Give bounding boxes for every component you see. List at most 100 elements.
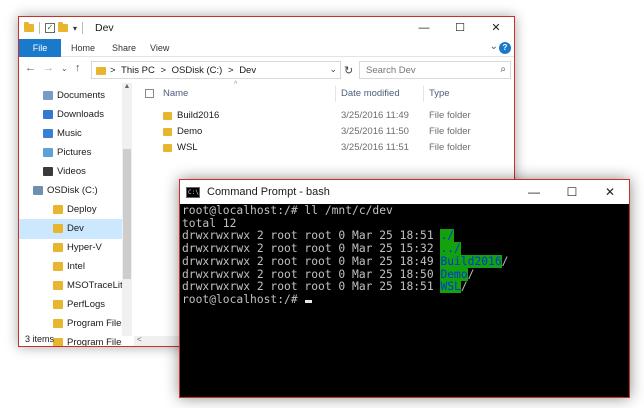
up-icon[interactable]: ↑	[75, 62, 81, 74]
tab-share[interactable]: Share	[112, 39, 136, 57]
search-placeholder: Search Dev	[366, 65, 416, 76]
directory-entry: Demo	[440, 267, 468, 281]
scroll-up-icon[interactable]: ▲	[122, 83, 132, 90]
sidebar-item-label: Documents	[57, 90, 106, 101]
folder-icon	[163, 112, 172, 120]
terminal-text: drwxrwxrwx 2 root root 0 Mar 25 18:50	[182, 267, 441, 281]
sidebar-item[interactable]: Program Files	[19, 314, 122, 334]
file-name: Build2016	[177, 110, 220, 121]
folder-icon	[163, 144, 172, 152]
window-title: Dev	[95, 22, 114, 34]
folder-icon	[163, 128, 172, 136]
terminal-text: drwxrwxrwx 2 root root 0 Mar 25 15:32	[182, 242, 441, 256]
sidebar-item[interactable]: Documents	[19, 86, 122, 106]
terminal-text: /	[501, 254, 509, 268]
properties-icon[interactable]: ✓	[45, 23, 55, 33]
console-icon: C:\	[186, 187, 200, 198]
tab-home[interactable]: Home	[71, 39, 95, 57]
divider	[39, 22, 40, 34]
folder-icon	[53, 243, 63, 252]
column-date-modified[interactable]: Date modified	[341, 88, 400, 99]
sidebar-item-label: Downloads	[57, 109, 104, 120]
minimize-button[interactable]: —	[515, 180, 553, 204]
sidebar-item-label: Intel	[67, 261, 85, 272]
sidebar-item-label: Dev	[67, 223, 84, 234]
sidebar-item[interactable]: PerfLogs	[19, 295, 122, 315]
tab-view[interactable]: View	[150, 39, 169, 57]
folder-icon	[53, 338, 63, 346]
search-icon[interactable]: ⌕	[500, 64, 506, 75]
explorer-titlebar[interactable]: ✓ ▾ Dev — ☐ ✕	[19, 17, 514, 39]
customize-toolbar-icon[interactable]: ▾	[73, 24, 77, 33]
sidebar-item[interactable]: OSDisk (C:)	[19, 181, 122, 201]
sidebar-item-label: MSOTraceLite	[67, 280, 122, 291]
command-prompt-window[interactable]: C:\ Command Prompt - bash — ☐ ✕ root@loc…	[179, 179, 630, 398]
new-folder-icon[interactable]	[58, 22, 68, 32]
forward-icon[interactable]: →	[43, 62, 54, 74]
sidebar-item[interactable]: Intel	[19, 257, 122, 277]
breadcrumb-this-pc[interactable]: This PC	[121, 65, 155, 76]
sidebar-item[interactable]: Deploy	[19, 200, 122, 220]
sidebar-item[interactable]: Pictures	[19, 143, 122, 163]
close-button[interactable]: ✕	[478, 17, 514, 39]
text-cursor	[305, 299, 313, 303]
folder-icon	[53, 319, 63, 328]
select-all-checkbox[interactable]	[145, 89, 154, 98]
sidebar-item[interactable]: Downloads	[19, 105, 122, 125]
file-type: File folder	[429, 110, 471, 121]
file-row[interactable]: Demo 3/25/2016 11:50 File folder	[139, 124, 511, 140]
divider	[423, 86, 424, 102]
maximize-button[interactable]: ☐	[553, 180, 591, 204]
pictures-icon	[43, 148, 53, 157]
file-date: 3/25/2016 11:50	[341, 126, 409, 137]
file-type: File folder	[429, 126, 471, 137]
directory-entry: WSL	[440, 280, 461, 294]
maximize-button[interactable]: ☐	[442, 17, 478, 39]
address-bar[interactable]: > This PC > OSDisk (C:) > Dev ⌄	[91, 61, 341, 79]
column-name[interactable]: Name	[163, 88, 188, 99]
sidebar-item[interactable]: Hyper-V	[19, 238, 122, 258]
terminal-text: /	[467, 267, 475, 281]
breadcrumb-chevron[interactable]: >	[160, 65, 166, 76]
directory-entry: Build2016	[440, 254, 502, 268]
search-input[interactable]: Search Dev ⌕	[359, 61, 511, 79]
refresh-icon[interactable]: ↻	[344, 64, 353, 77]
terminal-output[interactable]: root@localhost:/# ll /mnt/c/dev total 12 d…	[182, 204, 627, 307]
chevron-down-icon[interactable]: ⌄	[329, 64, 337, 75]
terminal-line: root@localhost:/#	[182, 292, 627, 307]
sidebar-item[interactable]: MSOTraceLite	[19, 276, 122, 296]
sidebar-item[interactable]: Music	[19, 124, 122, 144]
breadcrumb-chevron[interactable]: >	[110, 65, 116, 76]
sidebar-item-label: Deploy	[67, 204, 97, 215]
recent-locations-icon[interactable]: ⌄	[61, 64, 68, 73]
help-icon[interactable]: ?	[499, 42, 511, 54]
sort-indicator-icon: ^	[234, 81, 238, 88]
sidebar-item[interactable]: Videos	[19, 162, 122, 182]
terminal-text: /	[460, 280, 468, 294]
scroll-left-icon[interactable]: <	[137, 335, 142, 344]
terminal-text: root@localhost:/#	[182, 292, 305, 306]
directory-entry: ../	[440, 242, 461, 256]
nav-scrollbar[interactable]: ▲	[122, 83, 132, 336]
breadcrumb-dev[interactable]: Dev	[239, 65, 256, 76]
file-tab[interactable]: File	[19, 39, 61, 57]
terminal-text: root@localhost:/# ll /mnt/c/dev	[182, 204, 393, 217]
file-row[interactable]: WSL 3/25/2016 11:51 File folder	[139, 140, 511, 156]
cmd-titlebar[interactable]: C:\ Command Prompt - bash — ☐ ✕	[180, 180, 629, 204]
folder-icon	[53, 224, 63, 233]
column-type[interactable]: Type	[429, 88, 450, 99]
folder-icon	[53, 281, 63, 290]
breadcrumb-chevron[interactable]: >	[228, 65, 234, 76]
scrollbar-thumb[interactable]	[123, 149, 131, 279]
file-date: 3/25/2016 11:49	[341, 110, 409, 121]
minimize-button[interactable]: —	[406, 17, 442, 39]
back-icon[interactable]: ←	[25, 62, 36, 74]
navigation-pane: Documents Downloads Music Pictures Videos OSD…	[19, 83, 134, 346]
expand-ribbon-icon[interactable]: ⌄	[490, 41, 498, 52]
breadcrumb-osdisk[interactable]: OSDisk (C:)	[172, 65, 223, 76]
address-row: ← → ⌄ ↑ > This PC > OSDisk (C:) > Dev ⌄ …	[19, 58, 514, 82]
file-row[interactable]: Build2016 3/25/2016 11:49 File folder	[139, 108, 511, 124]
sidebar-item[interactable]: Dev	[19, 219, 122, 239]
documents-icon	[43, 91, 53, 100]
close-button[interactable]: ✕	[591, 180, 629, 204]
